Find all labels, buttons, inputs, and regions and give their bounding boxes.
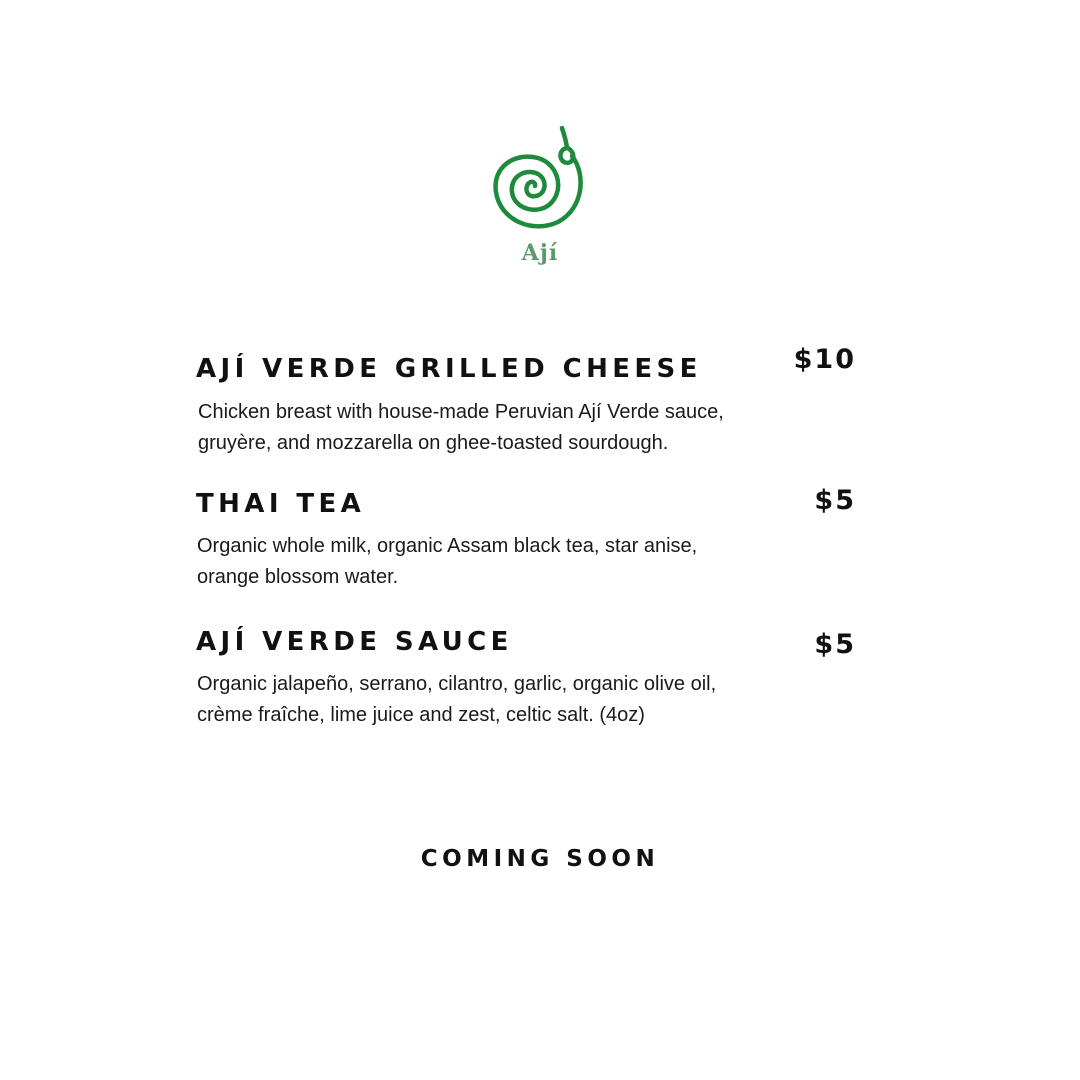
brand-name: Ají	[521, 240, 559, 266]
menu-item-price: $5	[814, 485, 856, 516]
menu-item-description: Organic jalapeño, serrano, cilantro, gar…	[197, 673, 717, 726]
menu-item-description: Chicken breast with house-made Peruvian …	[198, 401, 724, 454]
menu-item-name: AJÍ VERDE GRILLED CHEESE	[196, 354, 702, 384]
menu-item-name: AJÍ VERDE SAUCE	[196, 627, 513, 657]
menu-item-description: Organic whole milk, organic Assam black …	[197, 535, 698, 588]
menu-item-price: $5	[814, 629, 856, 660]
menu-item-price: $10	[793, 344, 856, 375]
menu-item-name: THAI TEA	[196, 489, 366, 519]
chili-spiral-icon	[493, 125, 583, 229]
coming-soon-heading: COMING SOON	[420, 846, 660, 872]
brand-logo	[488, 122, 592, 232]
